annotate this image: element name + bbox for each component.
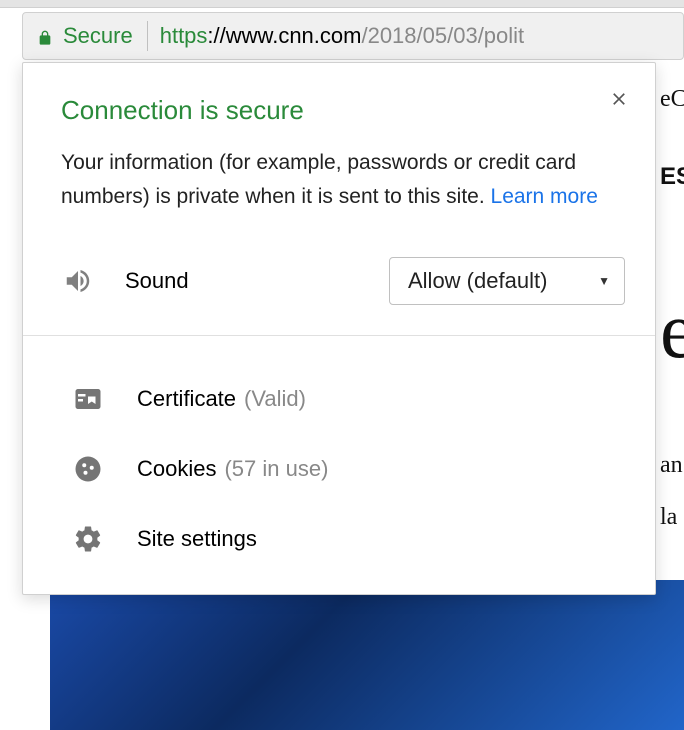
certificate-item[interactable]: Certificate (Valid): [23, 364, 655, 434]
connection-description: Your information (for example, passwords…: [61, 146, 617, 213]
url-path: /2018/05/03/polit: [361, 23, 524, 49]
address-bar[interactable]: Secure https://www.cnn.com/2018/05/03/po…: [22, 12, 684, 60]
certificate-icon: [73, 384, 103, 414]
url-host: ://www.cnn.com: [207, 23, 361, 49]
sound-icon: [63, 266, 93, 296]
cookies-label: Cookies: [137, 456, 216, 482]
window-top-stripe: [0, 0, 684, 8]
site-settings-label: Site settings: [137, 526, 257, 552]
sound-permission-row: Sound Allow (default): [23, 239, 655, 336]
learn-more-link[interactable]: Learn more: [491, 185, 598, 208]
address-divider: [147, 21, 148, 51]
page-background-image: [50, 580, 684, 730]
sound-select[interactable]: Allow (default): [389, 257, 625, 305]
sound-label: Sound: [125, 268, 389, 294]
cookies-status: (57 in use): [224, 456, 328, 482]
cookies-icon: [73, 454, 103, 484]
url-text[interactable]: https://www.cnn.com/2018/05/03/polit: [160, 23, 524, 49]
site-info-popup: Connection is secure Your information (f…: [22, 62, 656, 595]
site-settings-item[interactable]: Site settings: [23, 504, 655, 574]
cookies-item[interactable]: Cookies (57 in use): [23, 434, 655, 504]
gear-icon: [73, 524, 103, 554]
certificate-label: Certificate: [137, 386, 236, 412]
certificate-status: (Valid): [244, 386, 306, 412]
url-scheme: https: [160, 23, 208, 49]
connection-secure-title: Connection is secure: [61, 95, 617, 126]
lock-icon: [37, 26, 53, 46]
secure-label: Secure: [63, 23, 133, 49]
